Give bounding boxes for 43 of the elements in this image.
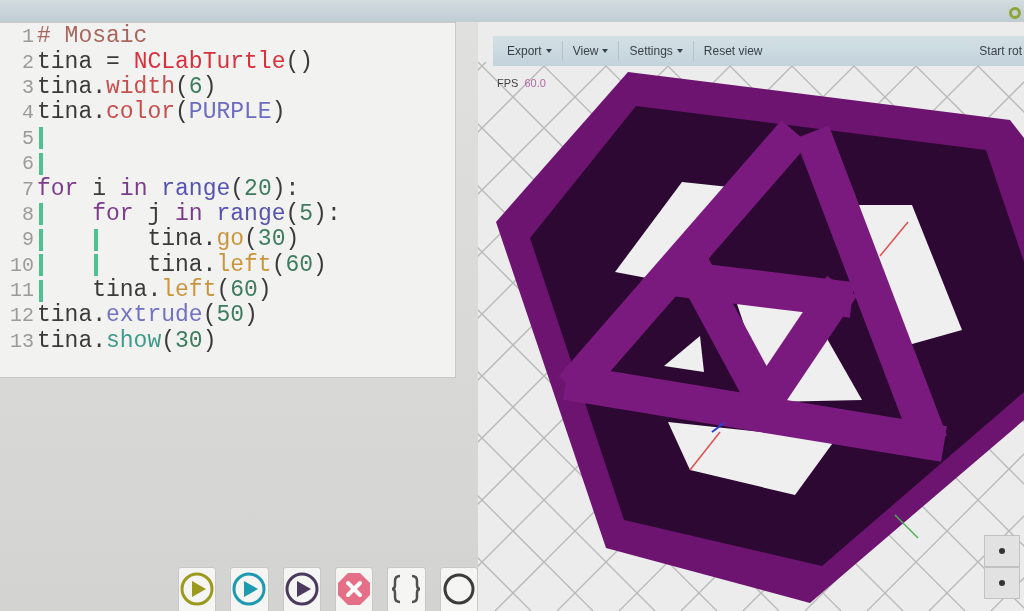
line-number: 6 bbox=[21, 152, 35, 176]
stop-button[interactable] bbox=[335, 567, 374, 611]
scene-viewport[interactable]: Export View Settings Reset view Start rot FPS 60.0 bbox=[478, 22, 1024, 611]
line-number: 9 bbox=[21, 228, 35, 252]
line-number: 4 bbox=[21, 101, 35, 125]
view-control-button[interactable] bbox=[984, 535, 1020, 567]
dropdown-button[interactable]: Settings bbox=[619, 41, 694, 61]
fps-label: FPS bbox=[497, 77, 519, 89]
axis-line bbox=[894, 514, 919, 539]
code-line: for j in range(5): bbox=[92, 201, 341, 227]
line-number: 5 bbox=[21, 126, 35, 150]
brackets-button[interactable] bbox=[387, 567, 426, 611]
fps-value: 60.0 bbox=[524, 77, 546, 89]
code-line: tina.left(60) bbox=[147, 252, 327, 278]
code-line: tina.color(PURPLE) bbox=[37, 100, 286, 126]
toolbar-button[interactable]: Reset view bbox=[693, 41, 773, 61]
code-line: tina = NCLabTurtle() bbox=[37, 49, 314, 75]
line-number: 8 bbox=[21, 202, 35, 226]
line-number: 2 bbox=[21, 50, 35, 74]
stop-icon bbox=[337, 572, 372, 606]
code-line: tina.extrude(50) bbox=[37, 303, 258, 329]
code-line: tina.show(30) bbox=[37, 328, 217, 354]
dropdown-button[interactable]: View bbox=[562, 41, 620, 61]
ring-icon bbox=[441, 572, 476, 606]
code-line: # Mosaic bbox=[37, 24, 148, 50]
code-line: tina.width(6) bbox=[37, 74, 217, 100]
ring-button[interactable] bbox=[439, 567, 478, 611]
dot-icon bbox=[999, 548, 1005, 554]
line-number: 1 bbox=[21, 25, 35, 49]
line-number: 12 bbox=[9, 304, 35, 328]
code-line: tina.go(30) bbox=[147, 227, 300, 253]
line-number: 11 bbox=[9, 279, 35, 303]
line-number: 3 bbox=[21, 75, 35, 99]
dot-icon bbox=[999, 580, 1005, 586]
toolbar-button[interactable]: Start rot bbox=[969, 41, 1024, 61]
line-number: 10 bbox=[9, 253, 35, 277]
line-number: 13 bbox=[9, 329, 35, 353]
line-number: 7 bbox=[21, 177, 35, 201]
code-line: tina.left(60) bbox=[92, 278, 272, 304]
code-editor[interactable] bbox=[0, 22, 456, 378]
code-line: for i in range(20): bbox=[37, 176, 300, 202]
view-control-button[interactable] bbox=[984, 567, 1020, 599]
dropdown-button[interactable]: Export bbox=[497, 41, 563, 61]
